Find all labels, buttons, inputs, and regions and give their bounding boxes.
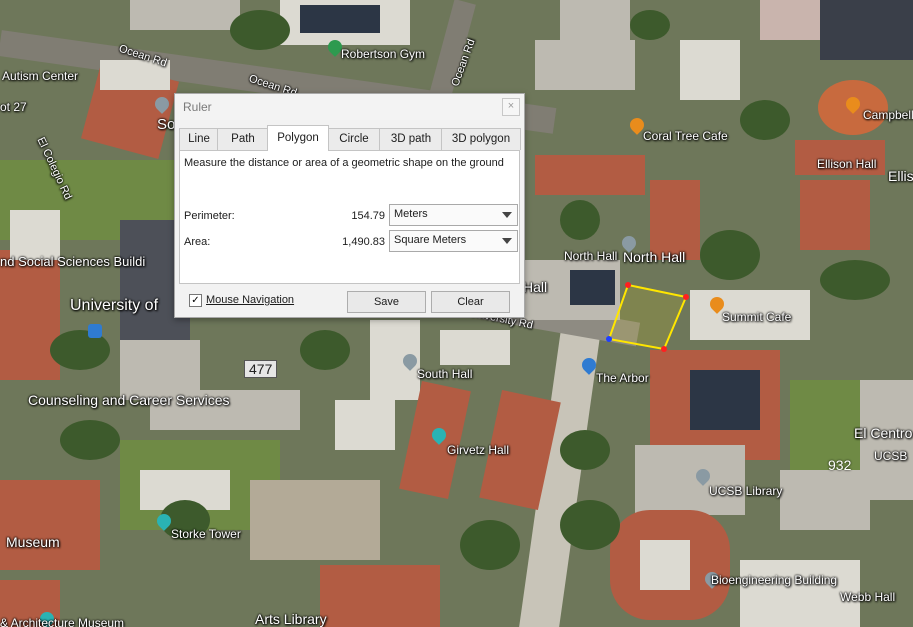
map-label[interactable]: nd Social Sciences Buildi <box>0 254 145 269</box>
polygon-shape <box>607 283 688 351</box>
ruler-dialog: Ruler × Line Path Polygon Circle 3D path… <box>174 93 525 318</box>
perimeter-label: Perimeter: <box>184 210 235 222</box>
area-label: Area: <box>184 236 211 248</box>
map-label[interactable]: University of <box>70 297 158 315</box>
tab-polygon[interactable]: Polygon <box>267 125 329 151</box>
route-sign: 932 <box>828 457 852 473</box>
map-label[interactable]: Storke Tower <box>171 527 241 541</box>
polygon-vertex[interactable] <box>661 346 667 352</box>
tool-description: Measure the distance or area of a geomet… <box>184 157 504 169</box>
map-label[interactable]: Autism Center <box>2 69 78 83</box>
map-label[interactable]: & Architecture Museum <box>0 616 124 627</box>
tab-3d-path[interactable]: 3D path <box>379 128 443 150</box>
polygon-panel: Measure the distance or area of a geomet… <box>179 150 520 284</box>
map-label[interactable]: South Hall <box>417 367 472 381</box>
clear-button[interactable]: Clear <box>431 291 510 313</box>
tab-path[interactable]: Path <box>217 128 269 150</box>
route-sign: 477 <box>244 360 278 378</box>
map-label[interactable]: Summit Cafe <box>722 310 791 324</box>
mouse-navigation-label[interactable]: Mouse Navigation <box>206 294 294 306</box>
area-value: 1,490.83 <box>342 236 385 248</box>
map-label[interactable]: So <box>157 116 175 133</box>
map-label[interactable]: Bioengineering Building <box>711 573 837 587</box>
map-label[interactable]: Webb Hall <box>840 590 895 604</box>
tab-3d-polygon[interactable]: 3D polygon <box>441 128 521 150</box>
chevron-down-icon <box>502 212 512 218</box>
close-icon[interactable]: × <box>502 98 520 116</box>
map-label[interactable]: Ellis <box>888 168 913 184</box>
map-label[interactable]: Museum <box>6 534 60 550</box>
dialog-titlebar[interactable]: Ruler × <box>175 94 524 120</box>
area-unit-value: Square Meters <box>394 234 467 246</box>
mouse-navigation-checkbox[interactable]: ✓ <box>189 294 202 307</box>
tab-circle[interactable]: Circle <box>327 128 381 150</box>
polygon-vertex[interactable] <box>625 282 631 288</box>
perimeter-unit-value: Meters <box>394 208 428 220</box>
map-label[interactable]: The Arbor <box>596 371 649 385</box>
save-button[interactable]: Save <box>347 291 426 313</box>
map-label[interactable]: Coral Tree Cafe <box>643 129 728 143</box>
map-label[interactable]: Campbell <box>863 108 913 122</box>
map-label[interactable]: Arts Library <box>255 611 327 627</box>
polygon-vertex[interactable] <box>606 336 612 342</box>
perimeter-value: 154.79 <box>351 210 385 222</box>
chevron-down-icon <box>502 238 512 244</box>
map-label[interactable]: ot 27 <box>0 100 27 114</box>
map-label[interactable]: North Hall <box>564 249 617 263</box>
map-label[interactable]: El Centro <box>854 425 912 441</box>
map-label[interactable]: Ellison Hall <box>817 157 876 171</box>
tab-line[interactable]: Line <box>179 128 219 150</box>
map-label[interactable]: Girvetz Hall <box>447 443 509 457</box>
map-label[interactable]: UCSB Library <box>709 484 782 498</box>
perimeter-unit-select[interactable]: Meters <box>389 204 518 226</box>
map-label[interactable]: UCSB <box>874 449 907 463</box>
area-unit-select[interactable]: Square Meters <box>389 230 518 252</box>
map-label[interactable]: Hall <box>523 279 547 295</box>
bus-stop-icon[interactable] <box>88 324 102 338</box>
map-label[interactable]: Robertson Gym <box>341 47 425 61</box>
map-label[interactable]: Counseling and Career Services <box>28 392 230 408</box>
dialog-footer: ✓ Mouse Navigation Save Clear <box>175 287 524 317</box>
polygon-vertex[interactable] <box>683 294 689 300</box>
dialog-title: Ruler <box>183 100 212 114</box>
map-label[interactable]: North Hall <box>623 249 685 265</box>
